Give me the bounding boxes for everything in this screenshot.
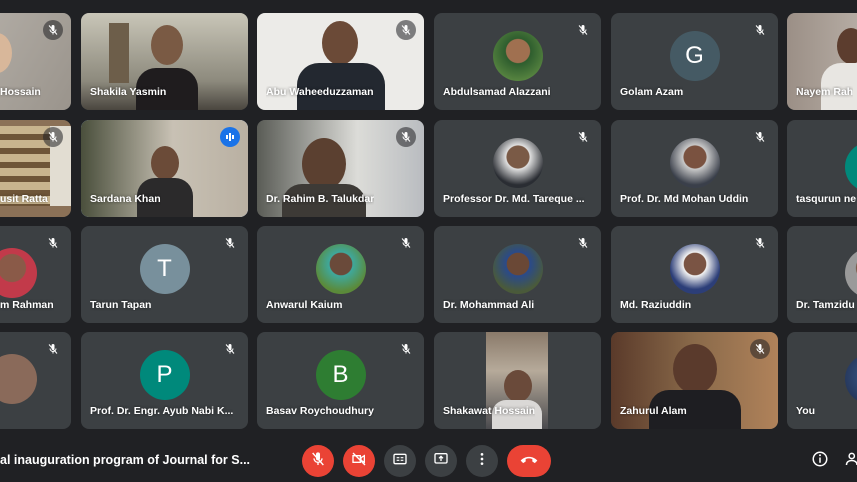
avatar: [669, 243, 720, 294]
participant-tile-partial[interactable]: [0, 332, 71, 429]
participant-tile-tamzid[interactable]: Dr. Tamzidu: [787, 226, 857, 323]
mic-off-icon: [396, 20, 416, 40]
mic-off-icon: [310, 451, 326, 472]
avatar: [0, 248, 37, 298]
avatar: [845, 142, 857, 192]
participant-tile-rahman[interactable]: m Rahman: [0, 226, 71, 323]
participant-name: You: [796, 405, 816, 417]
participant-name: Abdulsamad Alazzani: [443, 86, 551, 98]
mic-off-icon: [396, 127, 416, 147]
mic-off-icon: [573, 233, 593, 253]
participant-name: Golam Azam: [620, 86, 684, 98]
participant-name: Dr. Rahim B. Talukdar: [266, 193, 375, 205]
mic-off-icon: [43, 127, 63, 147]
participant-tile-golam[interactable]: G Golam Azam: [611, 13, 778, 110]
avatar: B: [315, 349, 366, 400]
participant-name: Sardana Khan: [90, 193, 161, 205]
more-options-icon: [474, 451, 490, 472]
bottom-toolbar: al inauguration program of Journal for S…: [0, 440, 857, 482]
participant-name: tasqurun ne: [796, 193, 857, 205]
avatar: [315, 243, 366, 294]
info-icon: [811, 450, 829, 473]
participant-tile-rahim[interactable]: Dr. Rahim B. Talukdar: [257, 120, 424, 217]
participant-name: m Rahman: [0, 299, 54, 311]
participant-name: Dr. Mohammad Ali: [443, 299, 535, 311]
participant-name: Anwarul Kaium: [266, 299, 343, 311]
participant-tile-hossain[interactable]: Hossain: [0, 13, 71, 110]
leave-call-icon: [519, 452, 539, 470]
avatar: [0, 354, 37, 404]
mic-off-icon: [750, 339, 770, 359]
participant-tile-shakila[interactable]: Shakila Yasmin: [81, 13, 248, 110]
mic-off-icon: [750, 127, 770, 147]
avatar: [669, 137, 720, 188]
participant-tile-anwarul[interactable]: Anwarul Kaium: [257, 226, 424, 323]
mic-off-icon: [750, 233, 770, 253]
participant-grid: Hossain Shakila Yasmin Abu Waheeduzzaman…: [0, 0, 857, 440]
participant-tile-mohammad[interactable]: Dr. Mohammad Ali: [434, 226, 601, 323]
avatar: [492, 30, 543, 81]
participant-tile-shakawat[interactable]: Shakawat Hossain: [434, 332, 601, 429]
participant-tile-ayub[interactable]: P Prof. Dr. Engr. Ayub Nabi K...: [81, 332, 248, 429]
participant-name: Nayem Rah: [796, 86, 854, 98]
mic-off-icon: [220, 339, 240, 359]
mic-off-icon: [43, 20, 63, 40]
leave-call-button[interactable]: [507, 445, 551, 477]
participant-name: Shakila Yasmin: [90, 86, 167, 98]
participant-tile-sardana[interactable]: Sardana Khan: [81, 120, 248, 217]
participant-tile-abu[interactable]: Abu Waheeduzzaman: [257, 13, 424, 110]
participant-tile-susit[interactable]: usit Ratta: [0, 120, 71, 217]
participant-name: Shakawat Hossain: [443, 405, 536, 417]
mic-off-icon: [573, 20, 593, 40]
mic-toggle-button[interactable]: [302, 445, 334, 477]
avatar: G: [669, 30, 720, 81]
avatar: [492, 243, 543, 294]
speaking-indicator-icon: [220, 127, 240, 147]
participant-name: Basav Roychoudhury: [266, 405, 374, 417]
participant-tile-zahurul[interactable]: Zahurul Alam: [611, 332, 778, 429]
participant-tile-mohan[interactable]: Prof. Dr. Md Mohan Uddin: [611, 120, 778, 217]
participant-tile-raziuddin[interactable]: Md. Raziuddin: [611, 226, 778, 323]
participant-name: Tarun Tapan: [90, 299, 152, 311]
people-button[interactable]: [843, 450, 857, 472]
camera-toggle-button[interactable]: [343, 445, 375, 477]
avatar: T: [139, 243, 190, 294]
avatar: [492, 137, 543, 188]
participant-tile-nayem[interactable]: Nayem Rah: [787, 13, 857, 110]
present-screen-icon: [433, 451, 449, 472]
mic-off-icon: [396, 339, 416, 359]
participant-name: Md. Raziuddin: [620, 299, 692, 311]
participant-name: Hossain: [0, 86, 41, 98]
meeting-title: al inauguration program of Journal for S…: [0, 453, 251, 467]
meeting-info-button[interactable]: [809, 450, 831, 472]
participant-tile-tasqurun[interactable]: tasqurun ne: [787, 120, 857, 217]
participant-name: Prof. Dr. Md Mohan Uddin: [620, 193, 749, 205]
mic-off-icon: [220, 233, 240, 253]
participant-tile-basav[interactable]: B Basav Roychoudhury: [257, 332, 424, 429]
mic-off-icon: [43, 339, 63, 359]
participant-tile-tarun[interactable]: T Tarun Tapan: [81, 226, 248, 323]
mic-off-icon: [396, 233, 416, 253]
avatar: [845, 354, 857, 404]
participant-tile-abdulsamad[interactable]: Abdulsamad Alazzani: [434, 13, 601, 110]
participant-name: Professor Dr. Md. Tareque ...: [443, 193, 585, 205]
camera-off-icon: [351, 451, 367, 472]
participant-name: Abu Waheeduzzaman: [266, 86, 374, 98]
participant-name: usit Ratta: [0, 193, 48, 205]
participant-name: Prof. Dr. Engr. Ayub Nabi K...: [90, 405, 234, 417]
present-button[interactable]: [425, 445, 457, 477]
captions-icon: [392, 451, 408, 472]
participant-tile-tareque[interactable]: Professor Dr. Md. Tareque ...: [434, 120, 601, 217]
mic-off-icon: [573, 127, 593, 147]
participant-tile-you[interactable]: You: [787, 332, 857, 429]
participant-name: Zahurul Alam: [620, 405, 687, 417]
avatar: P: [139, 349, 190, 400]
participant-name: Dr. Tamzidu: [796, 299, 855, 311]
mic-off-icon: [750, 20, 770, 40]
people-icon: [845, 450, 857, 473]
more-options-button[interactable]: [466, 445, 498, 477]
mic-off-icon: [43, 233, 63, 253]
captions-button[interactable]: [384, 445, 416, 477]
avatar: [845, 248, 857, 298]
